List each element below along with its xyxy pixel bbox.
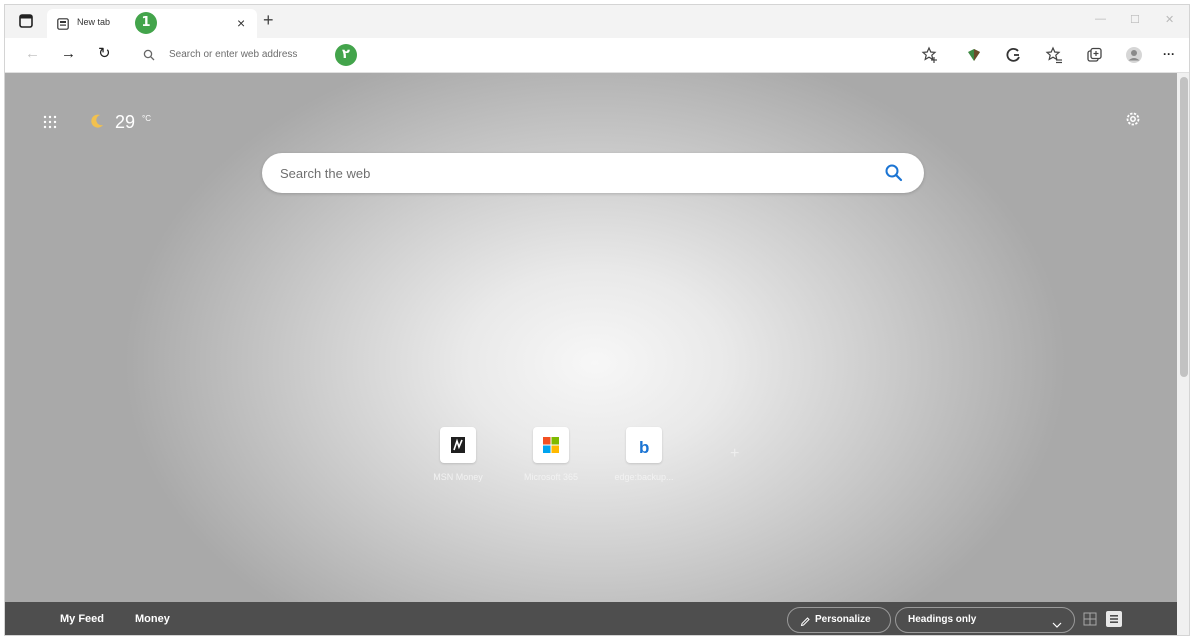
microsoft-logo-icon [533,427,569,463]
refresh-button[interactable]: ↻ [98,44,111,64]
collections-icon[interactable] [1085,46,1103,64]
new-tab-page: 29 °C Search the web MSN Money Microsoft… [5,73,1177,602]
tab-my-feed[interactable]: My Feed [60,613,104,625]
profile-avatar-icon[interactable] [1125,46,1143,64]
quick-link-label: MSN Money [433,472,483,482]
minimize-button[interactable]: — [1095,13,1106,25]
close-window-button[interactable]: ✕ [1165,13,1174,26]
navigation-toolbar: ← → ↻ Search or enter web address ۲ ··· [5,38,1189,73]
scrollbar-thumb[interactable] [1180,77,1188,377]
feed-navigation-bar: My Feed Money Personalize Headings only [5,602,1177,635]
tab-money[interactable]: Money [135,613,170,625]
callout-badge-2: ۲ [335,44,357,66]
browser-essentials-icon[interactable] [1005,46,1023,64]
quick-link-microsoft-365[interactable]: Microsoft 365 [511,427,591,487]
personalize-label: Personalize [815,614,871,625]
grid-view-icon[interactable] [1083,612,1097,631]
msn-money-icon [440,427,476,463]
web-search-box[interactable]: Search the web [262,153,924,193]
close-tab-icon[interactable]: × [237,15,245,31]
list-view-icon[interactable] [1106,611,1122,627]
add-favorite-icon[interactable] [921,46,939,64]
pencil-icon [800,614,811,632]
search-icon [143,48,155,66]
address-bar[interactable]: Search or enter web address ۲ [135,42,915,68]
quick-link-label: edge:backup... [614,472,674,482]
quick-link-msn-money[interactable]: MSN Money [418,427,498,487]
tab-strip: New tab 1 × + — ☐ ✕ [5,5,1189,38]
browser-window: New tab 1 × + — ☐ ✕ ← → ↻ Search or ente… [4,4,1190,636]
quick-link-edge-backup[interactable]: b edge:backup... [604,427,684,487]
address-placeholder: Search or enter web address [169,49,298,60]
new-tab-page-icon [57,17,69,30]
weather-moon-icon[interactable] [89,113,105,134]
quick-link-label: Microsoft 365 [523,472,579,482]
layout-select[interactable]: Headings only [895,607,1075,633]
more-options-icon[interactable]: ··· [1163,44,1175,64]
layout-select-value: Headings only [908,614,977,625]
extension-icon[interactable] [965,46,983,64]
web-search-placeholder: Search the web [280,166,371,181]
search-icon[interactable] [884,163,904,188]
back-button[interactable]: ← [25,44,40,64]
add-site-button[interactable]: + [730,445,739,463]
forward-button[interactable]: → [61,44,76,64]
svg-text:b: b [639,438,649,457]
tab-actions-icon[interactable] [19,14,33,28]
app-launcher-icon[interactable] [43,115,57,134]
favorites-icon[interactable] [1045,46,1063,64]
page-settings-icon[interactable] [1125,111,1141,132]
callout-badge-1: 1 [135,12,157,34]
page-scrollbar[interactable] [1177,73,1189,635]
new-tab-button[interactable]: + [263,11,274,29]
tab-title: New tab [77,17,111,27]
bing-logo-icon: b [626,427,662,463]
weather-temperature[interactable]: 29 [115,112,135,133]
tab-new-tab[interactable]: New tab 1 × [47,9,257,38]
chevron-down-icon [1052,616,1062,634]
weather-unit: °C [142,114,151,123]
personalize-button[interactable]: Personalize [787,607,891,633]
maximize-button[interactable]: ☐ [1130,13,1140,26]
